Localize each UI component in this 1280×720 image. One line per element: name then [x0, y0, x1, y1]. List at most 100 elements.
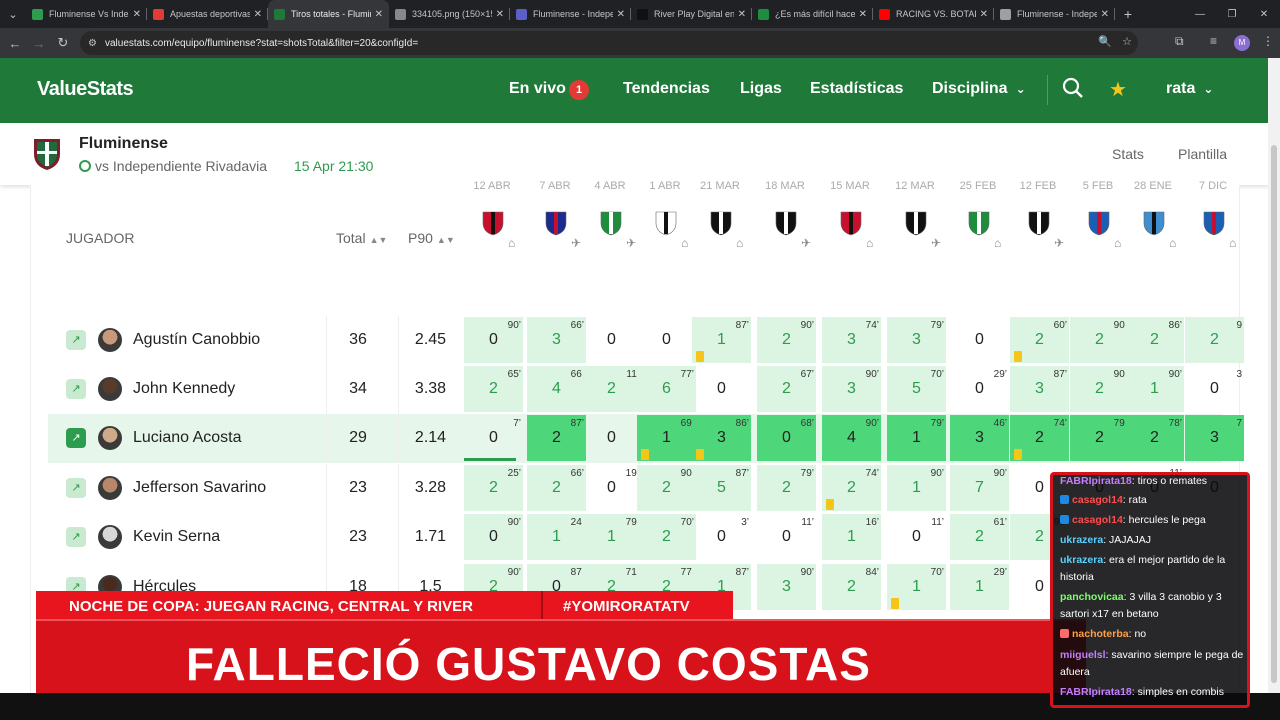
match-cell[interactable]: 1 16’ [822, 514, 881, 560]
match-cell[interactable]: 5 87’ [692, 465, 751, 511]
opponent-crest-icon[interactable] [1141, 210, 1167, 236]
browser-tab[interactable]: 334105.png (150×15 ✕ [389, 0, 510, 28]
opponent-crest-icon[interactable] [708, 210, 734, 236]
player-row[interactable]: ↗ Agustín Canobbio 36 2.45 0 90’ 3 66’ 0 0 1 87’ 2 90… [48, 316, 1244, 365]
browser-tab[interactable]: Fluminense - Indepe ✕ [510, 0, 631, 28]
browser-tab[interactable]: Fluminense Vs Indepe ✕ [26, 0, 147, 28]
browser-tab[interactable]: RACING VS. BOTAFO ✕ [873, 0, 994, 28]
match-cell[interactable]: 2 61’ [950, 514, 1009, 560]
match-cell[interactable]: 0 11’ [757, 514, 816, 560]
match-cell[interactable]: 1 69’ [637, 415, 696, 461]
opponent-crest-icon[interactable] [1026, 210, 1052, 236]
match-cell[interactable]: 1 79’ [582, 514, 641, 560]
profile-avatar[interactable]: M [1234, 35, 1250, 51]
player-row[interactable]: ↗ Luciano Acosta 29 2.14 0 7’ 2 87’ 0 1 69’ 3 86’ 0 68… [48, 414, 1244, 463]
opponent-crest-icon[interactable] [903, 210, 929, 236]
player-row[interactable]: ↗ John Kennedy 34 3.38 2 65’ 4 66’ 2 11’ 6 77’ 0 2 67’… [48, 365, 1242, 414]
match-cell[interactable]: 290’ [757, 317, 816, 363]
match-cell[interactable]: 0 3’ [692, 514, 751, 560]
match-cell[interactable]: 0 90’ [464, 317, 523, 363]
match-cell[interactable]: 2 60’ [1010, 317, 1069, 363]
close-icon[interactable]: ✕ [980, 9, 988, 20]
nav-ligas[interactable]: Ligas [740, 80, 782, 98]
nav-tendencias[interactable]: Tendencias [623, 80, 710, 98]
player-row[interactable]: ↗ Kevin Serna 23 1.71 0 90’ 1 24’ 1 79’ 2 70’ 0 3’ 0 11… [48, 513, 1222, 562]
tab-strip-icon[interactable]: ≡ [1210, 34, 1217, 48]
opponent-crest-icon[interactable] [1201, 210, 1227, 236]
forward-icon[interactable]: → [27, 36, 51, 51]
match-cell[interactable]: 1 79’ [887, 415, 946, 461]
match-cell[interactable]: 3 90’ [757, 564, 816, 610]
search-icon[interactable] [1062, 77, 1084, 105]
favorites-star-icon[interactable]: ★ [1109, 77, 1127, 102]
match-cell[interactable]: 0 [637, 317, 696, 363]
match-cell[interactable]: 0 [582, 415, 641, 461]
opponent-crest-icon[interactable] [1086, 210, 1112, 236]
match-cell[interactable]: 0 19’ [582, 465, 641, 511]
match-cell[interactable]: 3 74’ [822, 317, 881, 363]
bookmark-star-icon[interactable]: ☆ [1122, 35, 1132, 48]
column-header-p90[interactable]: P90 ▲▼ [408, 230, 455, 246]
close-icon[interactable]: ✕ [859, 9, 867, 20]
close-icon[interactable]: ✕ [496, 9, 504, 20]
column-header-total[interactable]: Total ▲▼ [336, 230, 387, 246]
close-icon[interactable]: ✕ [254, 9, 262, 20]
nav-disciplina[interactable]: Disciplina ⌄ [932, 80, 1026, 98]
match-cell[interactable]: 0 29’ [950, 366, 1009, 412]
opponent-crest-icon[interactable] [653, 210, 679, 236]
match-cell[interactable]: 0 [692, 366, 751, 412]
opponent-crest-icon[interactable] [773, 210, 799, 236]
match-cell[interactable]: 1 70’ [887, 564, 946, 610]
match-cell[interactable]: 2 84’ [822, 564, 881, 610]
chart-trend-icon[interactable]: ↗ [66, 428, 86, 448]
match-cell[interactable]: 3 86’ [692, 415, 751, 461]
close-icon[interactable]: ✕ [617, 9, 625, 20]
back-icon[interactable]: ← [3, 36, 27, 51]
match-cell[interactable]: 2 79’ [1070, 415, 1129, 461]
opponent-crest-icon[interactable] [966, 210, 992, 236]
player-name[interactable]: Kevin Serna [133, 528, 220, 546]
site-logo[interactable]: ValueStats [37, 78, 134, 101]
nav-estadisticas[interactable]: Estadísticas [810, 80, 903, 98]
opponent-crest-icon[interactable] [480, 210, 506, 236]
match-cell[interactable]: 1 90’ [1125, 366, 1184, 412]
match-cell[interactable]: 2 67’ [757, 366, 816, 412]
reload-icon[interactable]: ↻ [51, 35, 75, 51]
match-cell[interactable]: 2 70’ [637, 514, 696, 560]
user-menu[interactable]: rata ⌄ [1166, 80, 1213, 98]
match-cell[interactable]: 0 90’ [464, 514, 523, 560]
minimize-icon[interactable]: — [1184, 9, 1216, 20]
chart-trend-icon[interactable]: ↗ [66, 330, 86, 350]
match-cell[interactable]: 3 66’ [527, 317, 586, 363]
next-match[interactable]: vs Independiente Rivadavia [79, 158, 267, 174]
match-cell[interactable]: 1 87’ [692, 317, 751, 363]
browser-tab[interactable]: River Play Digital en ✕ [631, 0, 752, 28]
chart-trend-icon[interactable]: ↗ [66, 379, 86, 399]
opponent-crest-icon[interactable] [598, 210, 624, 236]
nav-en-vivo[interactable]: En vivo [509, 80, 566, 98]
match-cell[interactable]: 4 90’ [822, 415, 881, 461]
restore-icon[interactable]: ❐ [1216, 9, 1248, 20]
match-cell[interactable]: 2 65’ [464, 366, 523, 412]
player-name[interactable]: Agustín Canobbio [133, 331, 260, 349]
extensions-icon[interactable]: ⧉ [1175, 34, 1184, 49]
match-cell[interactable]: 290’ [1070, 317, 1129, 363]
match-cell[interactable]: 3 46’ [950, 415, 1009, 461]
site-info-icon[interactable]: ⚙ [88, 38, 97, 49]
chart-trend-icon[interactable]: ↗ [66, 527, 86, 547]
close-window-icon[interactable]: ✕ [1248, 9, 1280, 20]
match-cell[interactable]: 03 [1185, 366, 1244, 412]
tab-search-icon[interactable]: ⌄ [0, 0, 26, 28]
match-cell[interactable]: 2 74’ [822, 465, 881, 511]
player-row[interactable]: ↗ Jefferson Savarino 23 3.28 2 25’ 2 66’ 0 19’ 2 90… [48, 464, 1222, 513]
browser-tab[interactable]: Apuestas deportivas ✕ [147, 0, 268, 28]
match-cell[interactable]: 2 86’ [1125, 317, 1184, 363]
new-tab-button[interactable]: + [1115, 6, 1141, 22]
match-cell[interactable]: 2 87’ [527, 415, 586, 461]
player-name[interactable]: John Kennedy [133, 380, 235, 398]
match-cell[interactable]: 0 7’ [464, 415, 523, 461]
match-cell[interactable]: 3 87’ [1010, 366, 1069, 412]
match-cell[interactable]: 3 79’ [887, 317, 946, 363]
match-cell[interactable]: 2 74’ [1010, 415, 1069, 461]
match-cell[interactable]: 3 90’ [822, 366, 881, 412]
